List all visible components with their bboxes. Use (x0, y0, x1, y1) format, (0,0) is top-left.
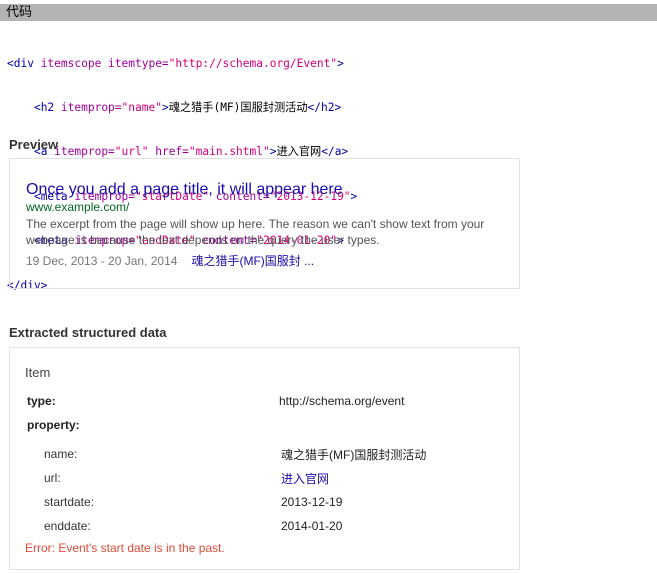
code-tag: > (161, 100, 169, 114)
code-text: 魂之猎手(MF)国服封测活动 (168, 100, 308, 114)
property-value-name: 魂之猎手(MF)国服封测活动 (281, 448, 427, 462)
property-value-startdate: 2013-12-19 (281, 495, 343, 509)
snippet-url: www.example.com/ (26, 200, 130, 214)
property-value-enddate: 2014-01-20 (281, 519, 343, 533)
extracted-data-panel: Item type: http://schema.org/event prope… (9, 347, 520, 570)
property-name-url: url: (44, 471, 61, 485)
code-header: 代码 (0, 4, 657, 21)
code-value: "http://schema.org/Event" (168, 56, 338, 70)
code-line-1: <div itemscope itemtype="http://schema.o… (7, 57, 357, 72)
snippet-title-link[interactable]: Once you add a page title, it will appea… (26, 181, 343, 199)
code-header-title: 代码 (6, 5, 33, 20)
property-label: property: (27, 418, 80, 432)
code-attr: href= (148, 145, 189, 159)
snippet-description: The excerpt from the page will show up h… (26, 216, 519, 248)
code-tag: <div (7, 56, 34, 70)
code-value: "main.shtml" (188, 145, 270, 159)
snippet-description-line: webpage is because the text depends on t… (26, 233, 380, 247)
error-message: Error: Event's start date is in the past… (25, 541, 225, 555)
code-attr: itemscope itemtype= (33, 56, 169, 70)
code-value: "name" (121, 100, 162, 114)
code-line-2: <h2 itemprop="name">魂之猎手(MF)国服封测活动</h2> (7, 101, 357, 116)
snippet-description-line: The excerpt from the page will show up h… (26, 217, 485, 231)
type-value: http://schema.org/event (279, 394, 405, 408)
code-value: "url" (114, 145, 149, 159)
code-text: 进入官网 (276, 145, 322, 159)
snippet-date-range: 19 Dec, 2013 - 20 Jan, 2014 (26, 254, 178, 268)
property-value-url-link[interactable]: 进入官网 (281, 470, 329, 487)
preview-heading: Preview (9, 137, 59, 152)
code-tag: <h2 (33, 100, 55, 114)
type-label: type: (27, 394, 56, 408)
code-tag: </a> (321, 145, 349, 159)
snippet-event-link[interactable]: 魂之猎手(MF)国服封 ... (191, 254, 314, 268)
code-tag: </h2> (307, 100, 342, 114)
search-result-preview: Once you add a page title, it will appea… (9, 158, 520, 289)
code-attr: itemprop= (54, 100, 122, 114)
extracted-data-heading: Extracted structured data (9, 325, 167, 340)
property-name-enddate: enddate: (44, 519, 91, 533)
item-label: Item (25, 365, 51, 380)
property-name-startdate: startdate: (44, 495, 95, 509)
property-name-name: name: (44, 447, 78, 461)
code-tag: > (337, 56, 344, 70)
snippet-event-meta: 19 Dec, 2013 - 20 Jan, 2014 魂之猎手(MF)国服封 .… (26, 252, 314, 269)
